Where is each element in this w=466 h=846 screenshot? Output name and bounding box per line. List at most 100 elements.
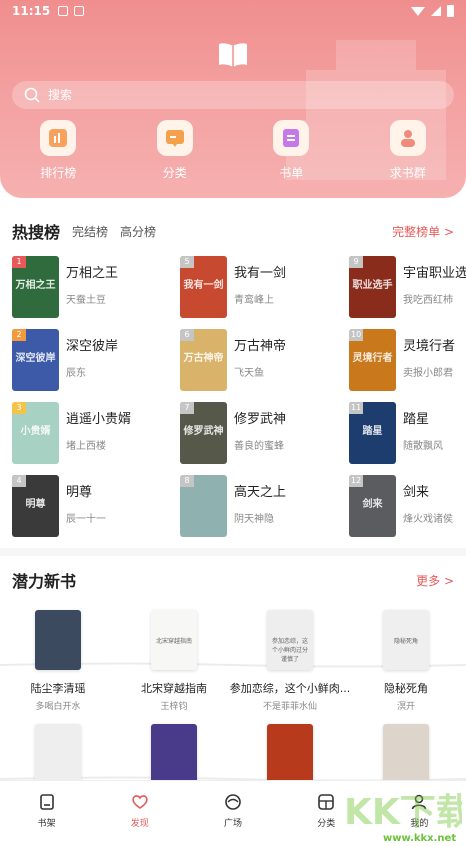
rank-badge: 10 (349, 329, 364, 341)
book-author: 青鸾峰上 (234, 295, 274, 306)
book-name: 北宋穿越指南 (141, 682, 207, 695)
cover-title: 隐秘死角 (393, 638, 418, 645)
battery-icon (447, 5, 454, 17)
category-icon (318, 794, 335, 810)
hot-search-list: 1 万相之王 万相之王 天蚕土豆 2 深空彼岸 深空彼岸 辰东 3 小贵婿 逍遥… (0, 256, 466, 542)
cover-title: 剑来 (362, 499, 383, 510)
book-cover: 2 深空彼岸 (12, 329, 59, 391)
chart-icon (40, 120, 77, 156)
book-author: 善良的蜜蜂 (234, 441, 284, 452)
nav-label: 分类 (317, 819, 336, 829)
status-bar: 11:15 (0, 0, 466, 22)
book-name: 宇宙职业选手 (403, 266, 466, 281)
book-name: 我有一剑 (234, 266, 287, 281)
rank-badge: 11 (349, 402, 364, 414)
quick-link-label: 书单 (279, 166, 304, 180)
search-icon (24, 87, 40, 103)
book-author: 阴天神隐 (234, 514, 274, 525)
nav-label: 广场 (224, 819, 243, 829)
book-author: 不是菲菲水仙 (262, 702, 317, 712)
nav-label: 发现 (130, 819, 149, 829)
notification-icon (74, 6, 85, 16)
list-item[interactable]: 3 小贵婿 逍遥小贵婿 堵上西楼 (12, 402, 172, 468)
list-item[interactable] (0, 724, 116, 784)
list-item[interactable] (116, 724, 232, 784)
rank-badge: 12 (349, 475, 364, 487)
list-item[interactable]: 11 踏星 踏星 随散飘风 (349, 402, 466, 468)
tab-completed[interactable]: 完结榜 (72, 223, 108, 240)
cover-title: 踏星 (362, 426, 383, 437)
nav-item-square[interactable]: 广场 (186, 781, 279, 846)
quick-link-label: 分类 (162, 166, 187, 180)
wifi-icon (411, 6, 425, 16)
list-item[interactable]: 8 高天之上 阴天神隐 (180, 475, 340, 541)
book-author: 溟开 (396, 702, 415, 712)
cover-title: 万相之王 (15, 280, 56, 291)
book-cover (35, 724, 81, 784)
list-item[interactable]: 12 剑来 剑来 烽火戏诸侯 (349, 475, 466, 541)
list-item[interactable]: 7 修罗武神 修罗武神 善良的蜜蜂 (180, 402, 340, 468)
book-author: 辰一十一 (66, 514, 106, 525)
rank-badge: 4 (12, 475, 26, 487)
quick-link-category[interactable]: 分类 (117, 120, 234, 181)
list-item[interactable]: 1 万相之王 万相之王 天蚕土豆 (12, 256, 172, 322)
book-name: 灵境行者 (403, 339, 456, 354)
rank-badge: 5 (180, 256, 194, 268)
book-name: 陆尘李清瑶 (30, 682, 86, 695)
cover-title: 万古神帝 (183, 353, 224, 364)
hot-search-header: 热搜榜 完结榜 高分榜 完整榜单 > (12, 219, 454, 243)
list-item[interactable]: 4 明尊 明尊 辰一十一 (12, 475, 172, 541)
search-bar[interactable] (12, 81, 454, 109)
list-item[interactable] (348, 724, 464, 784)
book-name: 逍遥小贵婿 (66, 412, 132, 427)
more-link[interactable]: 更多 > (416, 572, 454, 589)
full-ranking-link[interactable]: 完整榜单 > (392, 223, 454, 240)
list-item[interactable]: 参加恋综，这个小鲜肉过分谨慎了 参加恋综，这个小鲜肉... 不是菲菲水仙 (230, 610, 350, 712)
list-item[interactable]: 2 深空彼岸 深空彼岸 辰东 (12, 329, 172, 395)
book-name: 隐秘死角 (384, 682, 428, 695)
nav-label: 书架 (37, 819, 56, 829)
section-divider (0, 548, 466, 556)
book-cover: 5 我有一剑 (180, 256, 227, 318)
signal-icon (431, 6, 441, 16)
tab-high-score[interactable]: 高分榜 (120, 223, 156, 240)
cover-title: 参加恋综，这个小鲜肉过分谨慎了 (271, 638, 308, 663)
section-title: 潜力新书 (12, 572, 77, 591)
book-cover: 6 万古神帝 (180, 329, 227, 391)
list-item[interactable]: 6 万古神帝 万古神帝 飞天鱼 (180, 329, 340, 395)
quick-link-booklist[interactable]: 书单 (233, 120, 350, 181)
svg-text:KK下载: KK下载 (344, 792, 462, 833)
book-cover: 12 剑来 (349, 475, 396, 537)
quick-link-group[interactable]: 求书群 (350, 120, 466, 181)
list-item[interactable]: 5 我有一剑 我有一剑 青鸾峰上 (180, 256, 340, 322)
book-name: 剑来 (403, 485, 430, 500)
search-input[interactable] (48, 88, 428, 102)
book-cover: 8 (180, 475, 227, 537)
book-cover (383, 724, 429, 784)
list-item[interactable]: 北宋穿越指南 北宋穿越指南 王梓钧 (116, 610, 232, 712)
list-item[interactable] (232, 724, 348, 784)
book-cover: 参加恋综，这个小鲜肉过分谨慎了 (267, 610, 313, 670)
book-name: 踏星 (403, 412, 430, 427)
book-name: 万相之王 (66, 266, 119, 281)
discover-icon (132, 795, 148, 809)
nav-item-bookshelf[interactable]: 书架 (0, 781, 93, 846)
cover-title: 明尊 (25, 499, 46, 510)
cover-title: 灵境行者 (352, 353, 393, 364)
book-name: 万古神帝 (234, 339, 287, 354)
quick-link-label: 排行榜 (40, 166, 77, 180)
list-item[interactable]: 陆尘李清瑶 多喝白开水 (0, 610, 116, 712)
book-cover: 11 踏星 (349, 402, 396, 464)
group-icon (389, 120, 426, 156)
list-item[interactable]: 隐秘死角 隐秘死角 溟开 (348, 610, 464, 712)
book-author: 辰东 (66, 368, 86, 379)
book-cover: 4 明尊 (12, 475, 59, 537)
book-name: 修罗武神 (234, 412, 287, 427)
quick-link-ranking[interactable]: 排行榜 (0, 120, 117, 181)
nav-item-discover[interactable]: 发现 (93, 781, 186, 846)
list-item[interactable]: 10 灵境行者 灵境行者 卖报小郎君 (349, 329, 466, 395)
book-cover: 7 修罗武神 (180, 402, 227, 464)
rank-badge: 8 (180, 475, 194, 487)
rank-badge: 1 (12, 256, 26, 268)
list-item[interactable]: 9 职业选手 宇宙职业选手 我吃西红柿 (349, 256, 466, 322)
